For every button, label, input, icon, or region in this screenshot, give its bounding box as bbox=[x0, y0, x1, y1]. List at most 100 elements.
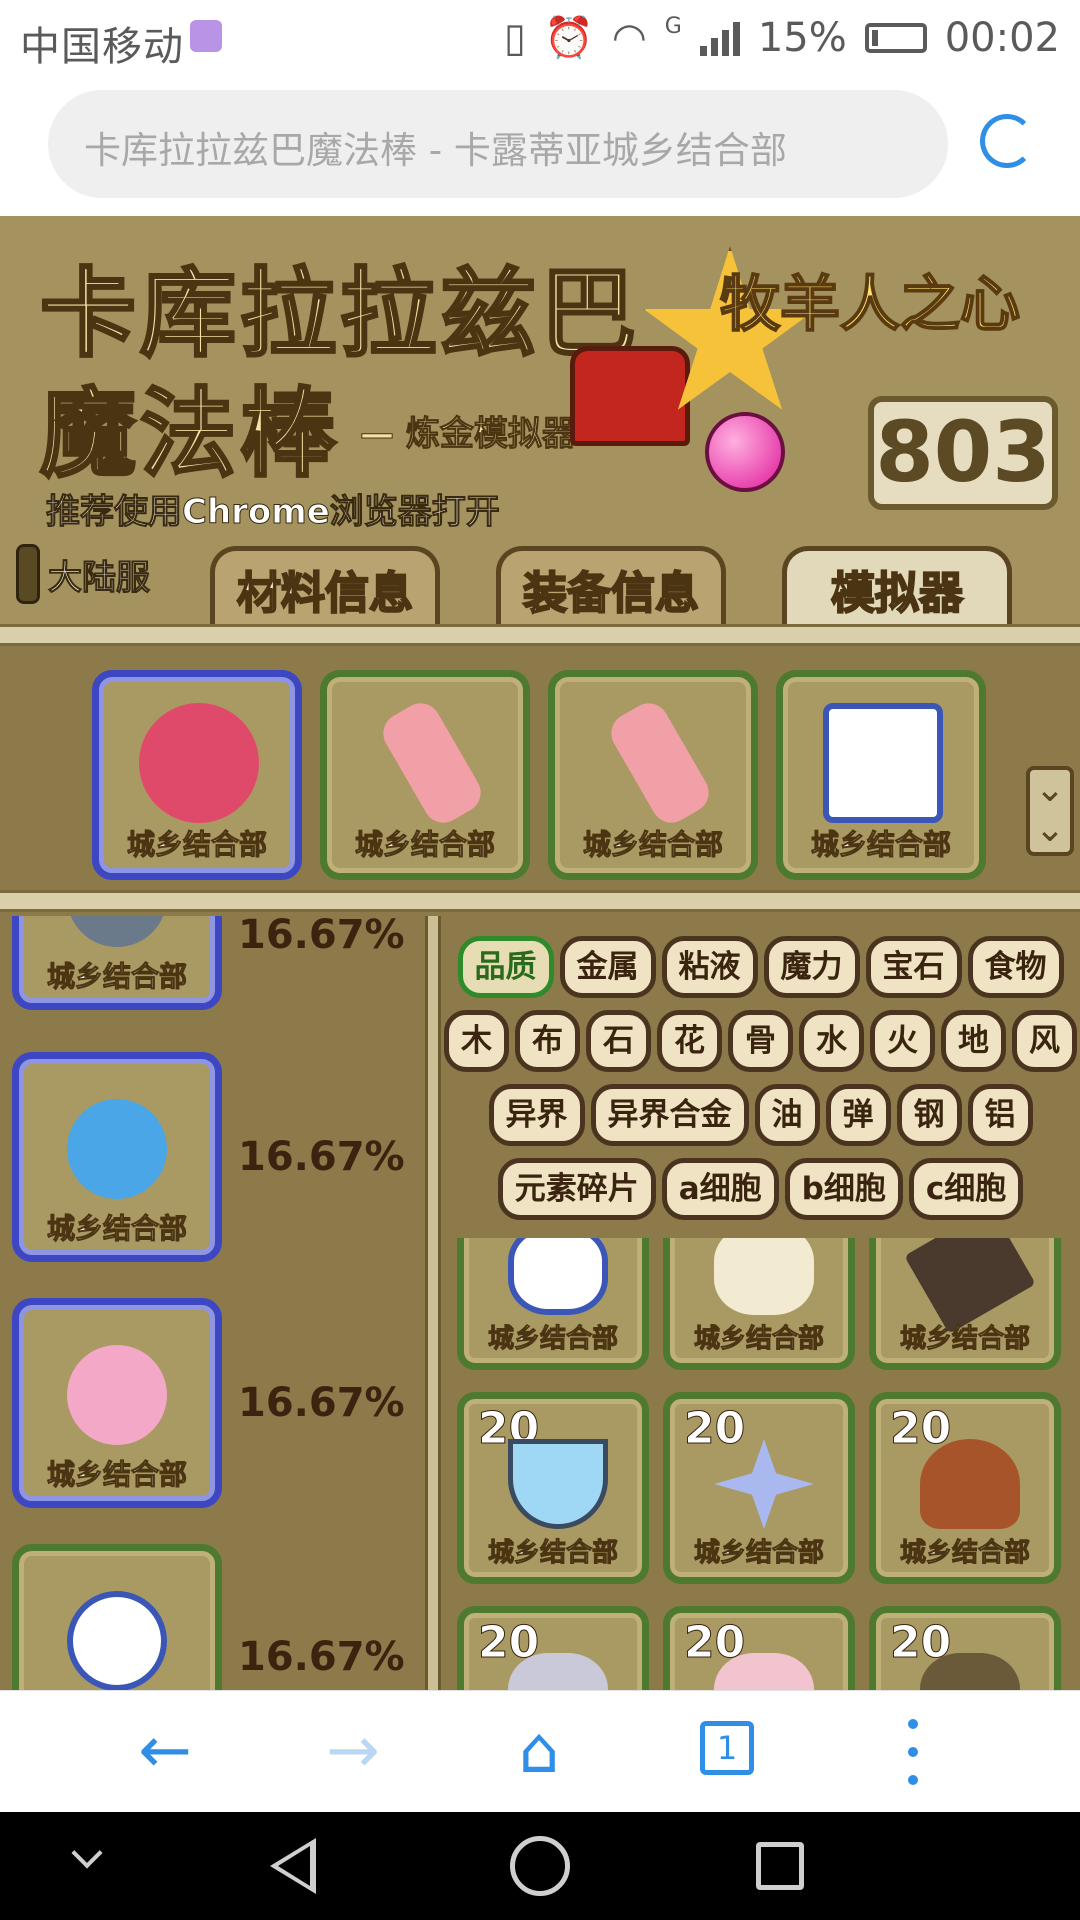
statue-icon bbox=[67, 916, 167, 947]
potion-bottle-icon bbox=[604, 696, 716, 830]
filter-chip[interactable]: 水 bbox=[799, 1010, 864, 1072]
filter-chip[interactable]: 地 bbox=[941, 1010, 1006, 1072]
material-card[interactable]: 20 bbox=[869, 1606, 1061, 1690]
item-tag: 城乡结合部 bbox=[46, 960, 187, 994]
filter-chip[interactable]: 魔力 bbox=[763, 936, 860, 998]
filter-chip[interactable]: 火 bbox=[870, 1010, 935, 1072]
filter-chip[interactable]: 食物 bbox=[967, 936, 1064, 998]
drop-item[interactable]: 城乡结合部 bbox=[12, 1298, 222, 1508]
forward-arrow-icon[interactable]: → bbox=[318, 1719, 388, 1789]
drop-item[interactable]: 城乡结合部 bbox=[12, 916, 222, 1010]
material-card[interactable]: 20 bbox=[663, 1606, 855, 1690]
filter-chip[interactable]: c细胞 bbox=[908, 1158, 1024, 1220]
system-home-icon[interactable] bbox=[510, 1836, 570, 1896]
vibrate-icon: ▯ bbox=[504, 14, 527, 61]
filter-chip[interactable]: 金属 bbox=[559, 936, 656, 998]
filter-chip[interactable]: 粘液 bbox=[661, 936, 758, 998]
clock: 00:02 bbox=[944, 14, 1060, 61]
filter-chip[interactable]: b细胞 bbox=[784, 1158, 903, 1220]
filter-chip[interactable]: 木 bbox=[444, 1010, 509, 1072]
material-card[interactable]: 20 城乡结合部 bbox=[663, 1238, 855, 1370]
material-tag: 城乡结合部 bbox=[693, 1538, 824, 1569]
filter-chip[interactable]: 钢 bbox=[896, 1084, 962, 1146]
equipped-slot[interactable]: 城乡结合部 bbox=[92, 670, 302, 880]
tab-simulator[interactable]: 模拟器 bbox=[782, 546, 1012, 634]
sailor-collar-icon bbox=[67, 1591, 167, 1690]
browser-bottom-bar: ← → ⌂ 1 bbox=[0, 1690, 1080, 1812]
drop-rate: 16.67% bbox=[238, 1380, 405, 1426]
material-card[interactable]: 20 城乡结合部 bbox=[457, 1392, 649, 1584]
equipped-slot[interactable]: 城乡结合部 bbox=[548, 670, 758, 880]
drop-rate: 16.67% bbox=[238, 1134, 405, 1180]
tab-bar: 材料信息 装备信息 模拟器 bbox=[210, 546, 1012, 634]
material-grid: 20 城乡结合部 20 城乡结合部 20 城乡结合部 20 城乡结合部 20 城… bbox=[441, 1238, 1080, 1690]
system-recents-icon[interactable] bbox=[756, 1842, 804, 1890]
game-logo: 牧羊人之心 bbox=[719, 269, 1021, 341]
home-icon[interactable]: ⌂ bbox=[504, 1719, 574, 1789]
filter-chip[interactable]: 石 bbox=[586, 1010, 651, 1072]
pink-blob-icon bbox=[139, 703, 259, 823]
system-back-icon[interactable] bbox=[270, 1838, 316, 1894]
filter-chip[interactable]: 宝石 bbox=[865, 936, 962, 998]
page-title-text: 卡库拉拉兹巴魔法棒 - 卡露蒂亚城乡结合部 bbox=[84, 129, 787, 172]
battery-icon bbox=[864, 22, 927, 53]
reload-icon[interactable] bbox=[980, 114, 1034, 168]
material-card[interactable]: 20 城乡结合部 bbox=[869, 1392, 1061, 1584]
slot-tag: 城乡结合部 bbox=[810, 828, 951, 862]
item-tag: 城乡结合部 bbox=[46, 1212, 187, 1246]
tabs-counter-icon[interactable]: 1 bbox=[700, 1721, 754, 1775]
tab-equipment[interactable]: 装备信息 bbox=[496, 546, 726, 634]
alarm-icon: ⏰ bbox=[544, 15, 594, 61]
wifi-icon: ◠ bbox=[611, 14, 647, 61]
back-arrow-icon[interactable]: ← bbox=[130, 1719, 200, 1789]
browser-hint: 推荐使用Chrome浏览器打开 bbox=[46, 492, 501, 533]
hide-nav-icon[interactable] bbox=[71, 1837, 103, 1869]
equipped-row: 城乡结合部 城乡结合部 城乡结合部 城乡结合部 ⌄ ⌄ bbox=[0, 656, 1080, 906]
more-menu-icon[interactable] bbox=[908, 1719, 918, 1785]
equipped-slot[interactable]: 城乡结合部 bbox=[776, 670, 986, 880]
water-bowl-icon bbox=[508, 1439, 608, 1529]
material-tag: 城乡结合部 bbox=[487, 1538, 618, 1569]
filter-chip[interactable]: 布 bbox=[515, 1010, 580, 1072]
network-type: G bbox=[664, 14, 682, 39]
banner-title-line2: 魔法棒 bbox=[39, 377, 340, 492]
filter-chip[interactable]: 弹 bbox=[825, 1084, 891, 1146]
material-card[interactable]: 20 bbox=[457, 1606, 649, 1690]
filter-chip[interactable]: a细胞 bbox=[661, 1158, 779, 1220]
filter-chip[interactable]: 元素碎片 bbox=[497, 1158, 656, 1220]
material-tag: 城乡结合部 bbox=[487, 1324, 618, 1355]
divider-rail bbox=[0, 890, 1080, 912]
filter-chip[interactable]: 铝 bbox=[967, 1084, 1033, 1146]
banner-subtitle: — 炼金模拟器 bbox=[360, 414, 577, 455]
tab-materials[interactable]: 材料信息 bbox=[210, 546, 440, 634]
potion-bottle-icon bbox=[376, 696, 488, 830]
toggle-switch-icon[interactable] bbox=[16, 544, 40, 604]
equipped-slot[interactable]: 城乡结合部 bbox=[320, 670, 530, 880]
status-bar: 中国移动 ▯ ⏰ ◠ G 15% 00:02 bbox=[0, 0, 1080, 74]
filter-chip[interactable]: 异界 bbox=[488, 1084, 585, 1146]
drop-item[interactable] bbox=[12, 1544, 222, 1690]
panel-divider bbox=[425, 916, 441, 1690]
expand-chevron-icon[interactable]: ⌄ ⌄ bbox=[1026, 766, 1074, 856]
mushroom-icon bbox=[920, 1439, 1020, 1529]
filter-chip[interactable]: 异界合金 bbox=[590, 1084, 749, 1146]
material-card[interactable]: 20 城乡结合部 bbox=[663, 1392, 855, 1584]
filter-chip[interactable]: 风 bbox=[1012, 1010, 1077, 1072]
filter-chip[interactable]: 油 bbox=[754, 1084, 820, 1146]
material-card[interactable]: 20 城乡结合部 bbox=[869, 1238, 1061, 1370]
region-label: 大陆服 bbox=[48, 557, 151, 598]
eggs-icon bbox=[714, 1238, 814, 1315]
filter-chip-quality[interactable]: 品质 bbox=[457, 936, 554, 998]
pink-slime-icon bbox=[67, 1345, 167, 1445]
divider-rail bbox=[0, 624, 1080, 646]
url-field[interactable]: 卡库拉拉兹巴魔法棒 - 卡露蒂亚城乡结合部 bbox=[48, 90, 948, 198]
drop-list: 城乡结合部 16.67% 城乡结合部 16.67% 城乡结合部 16.67% 1… bbox=[0, 916, 425, 1690]
gallery-notification-icon bbox=[190, 20, 222, 52]
drop-item[interactable]: 城乡结合部 bbox=[12, 1052, 222, 1262]
material-card[interactable]: 20 城乡结合部 bbox=[457, 1238, 649, 1370]
slot-tag: 城乡结合部 bbox=[354, 828, 495, 862]
filter-chip[interactable]: 花 bbox=[657, 1010, 722, 1072]
banner-title-line1: 卡库拉拉兹巴 bbox=[39, 257, 640, 372]
filter-chip[interactable]: 骨 bbox=[728, 1010, 793, 1072]
region-toggle[interactable]: 大陆服 bbox=[16, 544, 151, 604]
